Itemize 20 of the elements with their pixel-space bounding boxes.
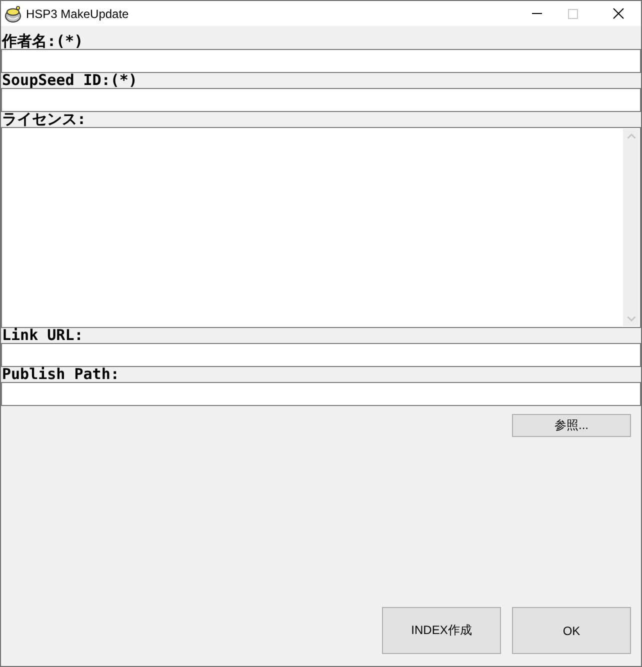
- field-label: 作者名:(*): [1, 34, 84, 49]
- vertical-scrollbar[interactable]: [623, 129, 639, 326]
- input-field[interactable]: [1, 49, 641, 73]
- input-field[interactable]: [1, 88, 641, 112]
- field-label: Publish Path:: [1, 367, 120, 382]
- pot-icon: [4, 4, 22, 22]
- window-title: HSP3 MakeUpdate: [26, 6, 129, 22]
- maximize-icon: [568, 8, 578, 18]
- field-label: SoupSeed ID:(*): [1, 73, 138, 88]
- dialog-button[interactable]: OK: [512, 607, 631, 654]
- field-label: Link URL:: [1, 328, 84, 343]
- input-field[interactable]: [1, 382, 641, 406]
- field-label: ライセンス:: [1, 112, 86, 127]
- input-field[interactable]: [1, 343, 641, 367]
- chevron-up-icon: [626, 133, 636, 139]
- dialog-button[interactable]: INDEX作成: [382, 607, 501, 654]
- minimize-icon: [532, 13, 542, 14]
- browse-button[interactable]: 参照...: [512, 414, 631, 437]
- chevron-down-icon: [626, 316, 636, 322]
- close-icon: [612, 8, 624, 19]
